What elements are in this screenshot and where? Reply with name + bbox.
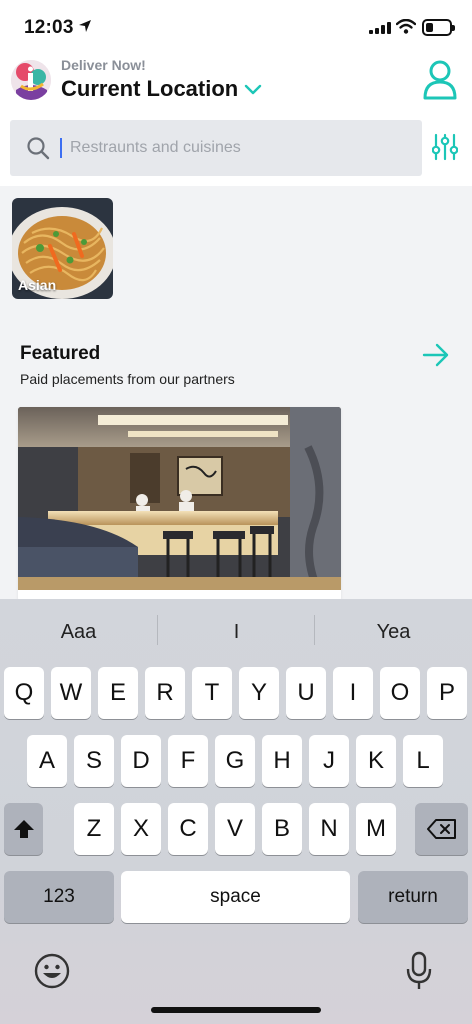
microphone-icon[interactable] bbox=[406, 951, 432, 991]
keyboard: Aaa I Yea QWERTYUIOPASDFGHJKLZXCVBNM 123… bbox=[0, 599, 472, 1024]
location-selector[interactable]: Current Location bbox=[61, 76, 262, 102]
key-e[interactable]: E bbox=[98, 667, 138, 719]
location-arrow-icon bbox=[79, 20, 91, 32]
search-input[interactable] bbox=[62, 120, 412, 176]
status-time: 12:03 bbox=[24, 17, 74, 38]
app-logo bbox=[11, 60, 51, 100]
wifi-icon bbox=[396, 19, 416, 34]
suggestion-3[interactable]: Yea bbox=[315, 609, 472, 655]
numbers-key[interactable]: 123 bbox=[4, 871, 114, 923]
key-r[interactable]: R bbox=[145, 667, 185, 719]
key-f[interactable]: F bbox=[168, 735, 208, 787]
key-i[interactable]: I bbox=[333, 667, 373, 719]
key-v[interactable]: V bbox=[215, 803, 255, 855]
key-z[interactable]: Z bbox=[74, 803, 114, 855]
header: Deliver Now! Current Location bbox=[0, 54, 472, 186]
key-b[interactable]: B bbox=[262, 803, 302, 855]
search-box[interactable] bbox=[10, 120, 422, 176]
search-icon bbox=[27, 137, 50, 160]
delete-key[interactable] bbox=[415, 803, 468, 855]
category-tile-asian[interactable]: Asian bbox=[12, 198, 113, 299]
key-j[interactable]: J bbox=[309, 735, 349, 787]
key-o[interactable]: O bbox=[380, 667, 420, 719]
key-q[interactable]: Q bbox=[4, 667, 44, 719]
featured-subtitle: Paid placements from our partners bbox=[20, 371, 235, 387]
suggestion-2[interactable]: I bbox=[158, 609, 315, 655]
featured-restaurant-card[interactable] bbox=[18, 407, 341, 601]
home-indicator bbox=[151, 1007, 321, 1013]
featured-title: Featured bbox=[20, 343, 101, 364]
filter-icon[interactable] bbox=[432, 133, 458, 161]
return-key[interactable]: return bbox=[358, 871, 468, 923]
profile-icon[interactable] bbox=[422, 60, 458, 100]
key-t[interactable]: T bbox=[192, 667, 232, 719]
space-key[interactable]: space bbox=[121, 871, 350, 923]
key-m[interactable]: M bbox=[356, 803, 396, 855]
shift-icon bbox=[13, 820, 34, 838]
emoji-icon[interactable] bbox=[34, 953, 70, 989]
backspace-icon bbox=[426, 819, 456, 839]
suggestion-1[interactable]: Aaa bbox=[0, 609, 157, 655]
suggestion-bar: Aaa I Yea bbox=[0, 609, 472, 655]
chevron-down-icon bbox=[245, 84, 262, 95]
key-g[interactable]: G bbox=[215, 735, 255, 787]
key-c[interactable]: C bbox=[168, 803, 208, 855]
restaurant-photo bbox=[18, 407, 341, 592]
cellular-signal-icon bbox=[369, 22, 391, 34]
key-w[interactable]: W bbox=[51, 667, 91, 719]
key-u[interactable]: U bbox=[286, 667, 326, 719]
battery-icon bbox=[422, 19, 455, 36]
status-bar: 12:03 bbox=[0, 0, 472, 54]
arrow-right-icon[interactable] bbox=[422, 343, 450, 367]
shift-key[interactable] bbox=[4, 803, 43, 855]
key-l[interactable]: L bbox=[403, 735, 443, 787]
key-s[interactable]: S bbox=[74, 735, 114, 787]
key-a[interactable]: A bbox=[27, 735, 67, 787]
key-y[interactable]: Y bbox=[239, 667, 279, 719]
key-h[interactable]: H bbox=[262, 735, 302, 787]
key-d[interactable]: D bbox=[121, 735, 161, 787]
key-x[interactable]: X bbox=[121, 803, 161, 855]
key-p[interactable]: P bbox=[427, 667, 467, 719]
category-label: Asian bbox=[18, 277, 57, 293]
location-title: Current Location bbox=[61, 76, 239, 101]
key-n[interactable]: N bbox=[309, 803, 349, 855]
key-k[interactable]: K bbox=[356, 735, 396, 787]
deliver-label: Deliver Now! bbox=[61, 57, 146, 73]
